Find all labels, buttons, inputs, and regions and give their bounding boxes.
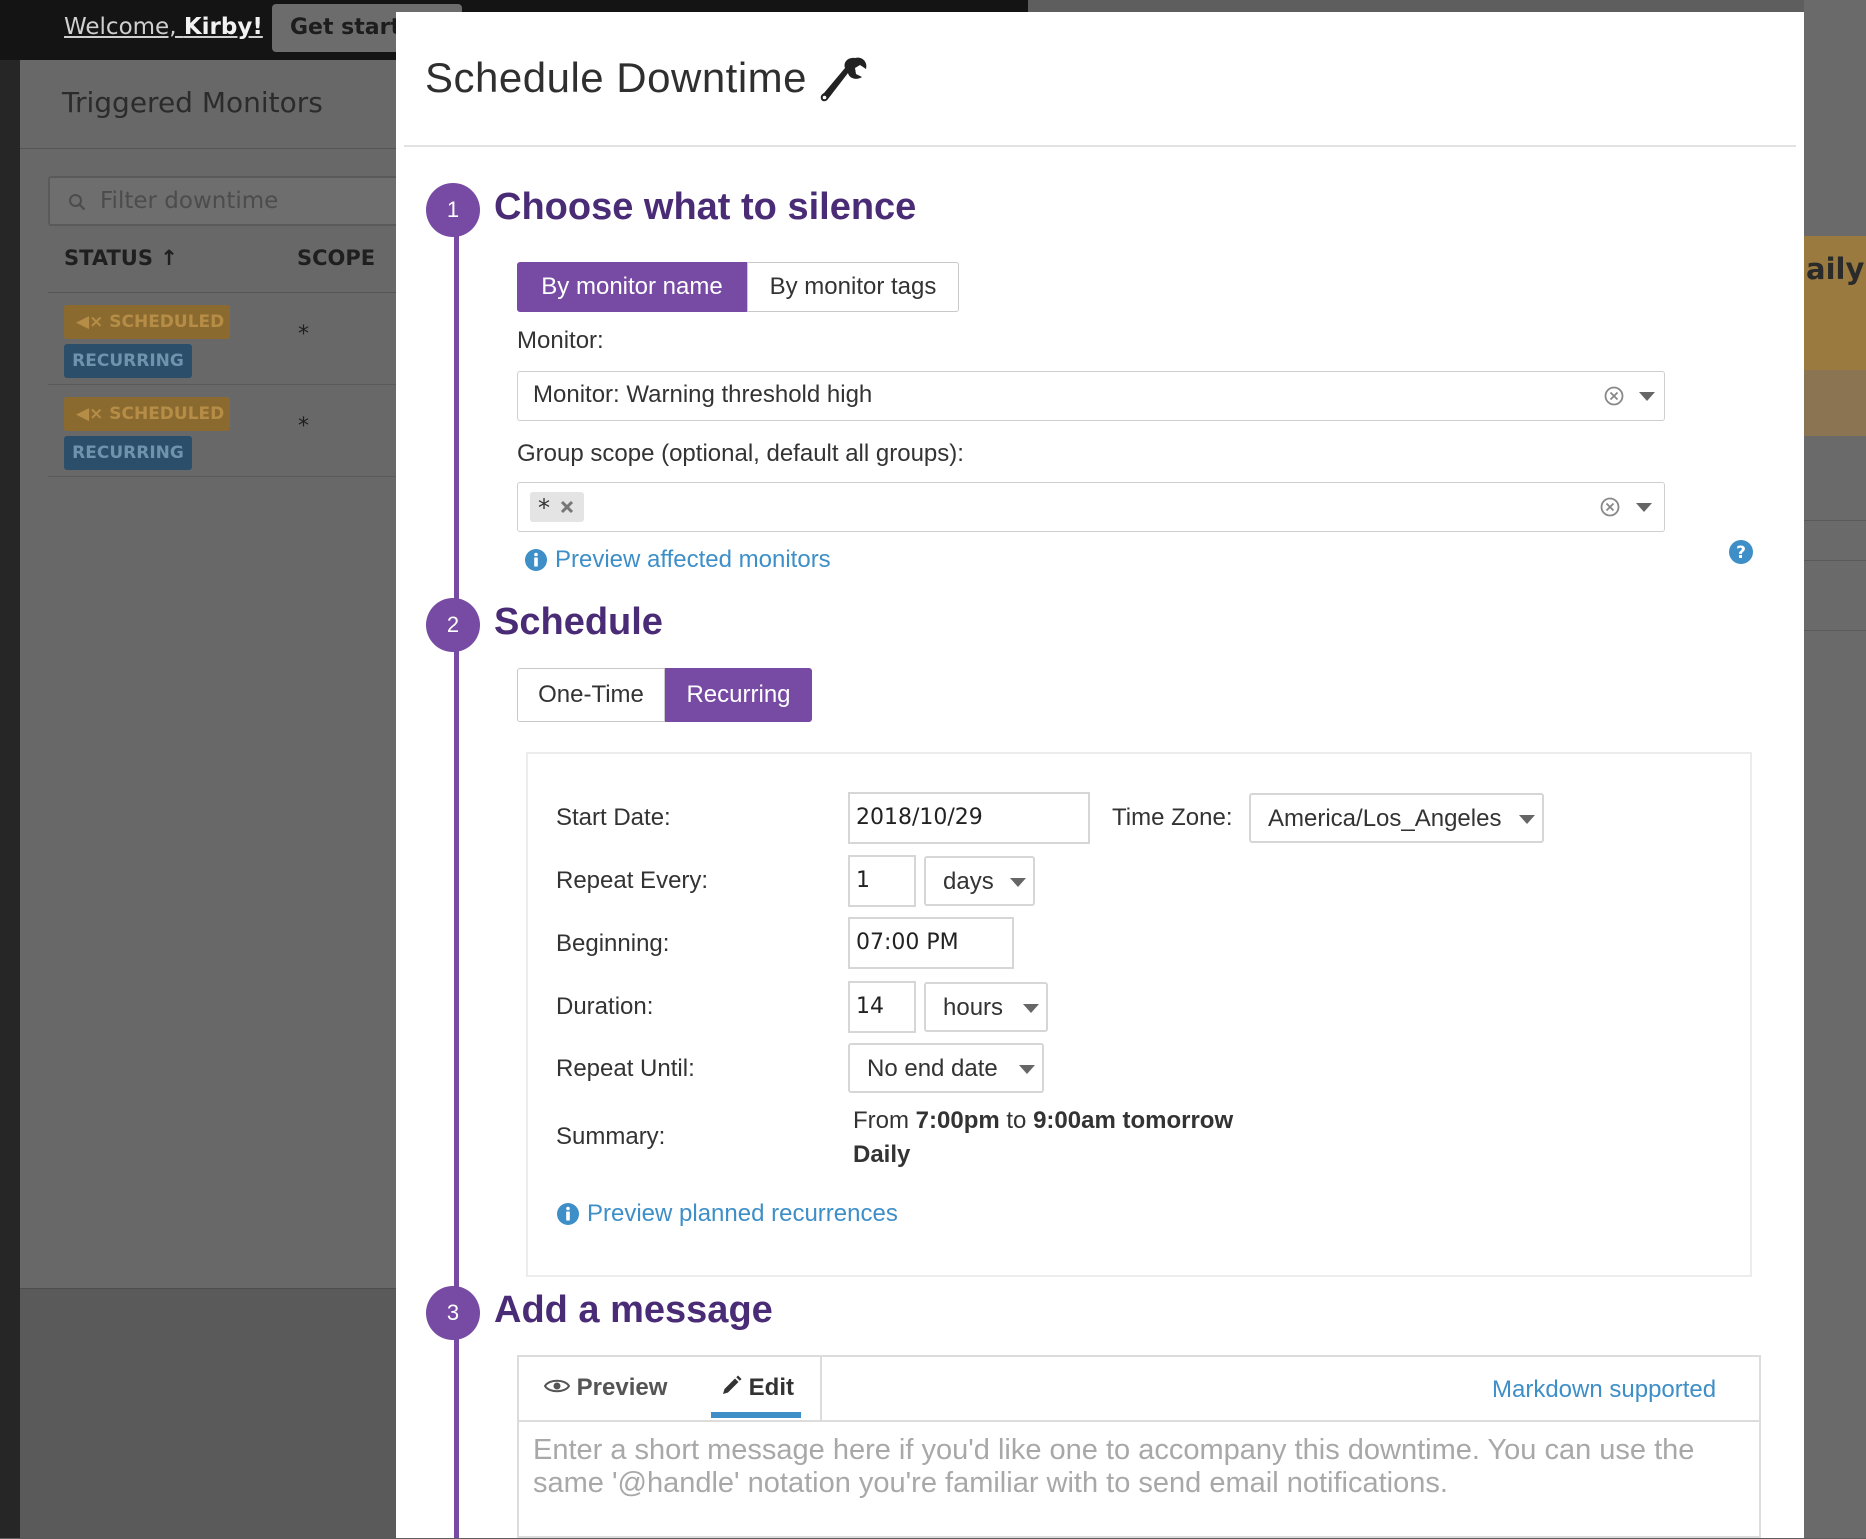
start-date-label: Start Date:: [556, 804, 671, 831]
divider: [1804, 520, 1866, 521]
modal-title: Schedule Downtime: [425, 54, 808, 101]
question-circle-icon[interactable]: ?: [1728, 539, 1754, 565]
remove-tag-icon[interactable]: [560, 500, 574, 514]
step-title: Choose what to silence: [494, 186, 917, 228]
tab-edit[interactable]: Edit: [720, 1374, 794, 1402]
chevron-down-icon[interactable]: [1636, 503, 1652, 512]
group-scope-select[interactable]: [517, 482, 1665, 532]
clear-icon[interactable]: [1604, 386, 1624, 406]
background-right-highlight: [1804, 370, 1866, 436]
chevron-down-icon: [1019, 1065, 1035, 1074]
markdown-supported-link[interactable]: Markdown supported: [1492, 1376, 1716, 1404]
chevron-down-icon: [1010, 878, 1026, 887]
scope-tag-label: *: [538, 494, 550, 522]
info-icon: [557, 1203, 579, 1225]
pencil-icon: [723, 1375, 742, 1394]
group-scope-label: Group scope (optional, default all group…: [517, 440, 964, 467]
step-number: 2: [426, 598, 480, 652]
repeat-until-select[interactable]: No end date: [848, 1043, 1044, 1093]
message-textarea[interactable]: Enter a short message here if you'd like…: [533, 1434, 1733, 1500]
duration-input[interactable]: 14: [848, 981, 916, 1033]
one-time-button[interactable]: One-Time: [517, 668, 665, 722]
svg-text:?: ?: [1736, 543, 1746, 563]
divider: [48, 476, 397, 477]
divider: [1804, 560, 1866, 561]
column-header-scope[interactable]: SCOPE: [297, 246, 375, 270]
left-nav-strip: [0, 0, 20, 1538]
divider: [48, 384, 397, 385]
info-icon: [525, 549, 547, 571]
divider: [48, 292, 397, 293]
time-zone-value: America/Los_Angeles: [1268, 805, 1502, 832]
time-zone-select[interactable]: America/Los_Angeles: [1249, 793, 1544, 843]
background-right-panel: [1804, 0, 1866, 1538]
recurring-button[interactable]: Recurring: [665, 668, 812, 722]
beginning-time-input[interactable]: 07:00 PM: [848, 917, 1014, 969]
chevron-down-icon[interactable]: [1639, 392, 1655, 401]
step-number: 1: [426, 183, 480, 237]
scheduled-badge: ◀× SCHEDULED: [64, 305, 230, 339]
search-icon: [69, 194, 86, 211]
duration-unit-value: hours: [943, 994, 1004, 1021]
scope-cell: *: [298, 322, 309, 347]
recurring-badge: RECURRING: [64, 344, 192, 378]
mute-icon: ◀×: [76, 312, 104, 332]
chevron-down-icon: [1023, 1004, 1039, 1013]
repeat-until-label: Repeat Until:: [556, 1055, 695, 1082]
divider: [404, 145, 1796, 147]
step-title: Add a message: [494, 1289, 773, 1331]
monitor-select-value: Monitor: Warning threshold high: [533, 381, 873, 408]
repeat-until-value: No end date: [867, 1055, 998, 1082]
step-number: 3: [426, 1286, 480, 1340]
duration-unit-select[interactable]: hours: [924, 982, 1048, 1032]
monitor-label: Monitor:: [517, 327, 604, 354]
divider: [519, 1420, 1759, 1422]
duration-label: Duration:: [556, 993, 654, 1020]
summary-label: Summary:: [556, 1123, 666, 1150]
background-footer: [20, 1288, 397, 1539]
by-monitor-tags-button[interactable]: By monitor tags: [747, 262, 959, 312]
repeat-every-input[interactable]: 1: [848, 855, 916, 907]
time-zone-label: Time Zone:: [1112, 804, 1233, 831]
chevron-down-icon: [1519, 815, 1535, 824]
preview-planned-recurrences-link[interactable]: Preview planned recurrences: [587, 1200, 898, 1228]
repeat-every-label: Repeat Every:: [556, 867, 709, 894]
background-right-text: aily: [1806, 252, 1865, 286]
repeat-unit-select[interactable]: days: [924, 856, 1035, 906]
mute-icon: ◀×: [76, 404, 104, 424]
by-monitor-name-button[interactable]: By monitor name: [517, 262, 747, 312]
active-tab-indicator: [711, 1412, 801, 1418]
eye-icon: [543, 1379, 571, 1393]
scope-tag: *: [530, 492, 584, 522]
step-title: Schedule: [494, 601, 663, 643]
summary-text: From 7:00pm to 9:00am tomorrow Daily: [853, 1107, 1234, 1168]
beginning-label: Beginning:: [556, 930, 670, 957]
page-title: Triggered Monitors: [62, 86, 323, 119]
clear-icon[interactable]: [1600, 497, 1620, 517]
divider: [820, 1357, 822, 1420]
start-date-input[interactable]: 2018/10/29: [848, 792, 1090, 844]
filter-placeholder: Filter downtime: [100, 188, 279, 214]
wrench-icon: [820, 57, 867, 102]
welcome-link[interactable]: Welcome, Kirby!: [64, 12, 263, 42]
recurring-badge: RECURRING: [64, 436, 192, 470]
divider: [20, 148, 397, 149]
scheduled-badge: ◀× SCHEDULED: [64, 397, 230, 431]
column-header-status[interactable]: STATUS ↑: [64, 246, 178, 270]
repeat-unit-value: days: [943, 868, 994, 895]
background-page: [20, 60, 397, 1290]
divider: [1804, 630, 1866, 631]
scope-cell: *: [298, 414, 309, 439]
tab-preview[interactable]: Preview: [543, 1374, 667, 1402]
preview-affected-monitors-link[interactable]: Preview affected monitors: [555, 546, 831, 574]
